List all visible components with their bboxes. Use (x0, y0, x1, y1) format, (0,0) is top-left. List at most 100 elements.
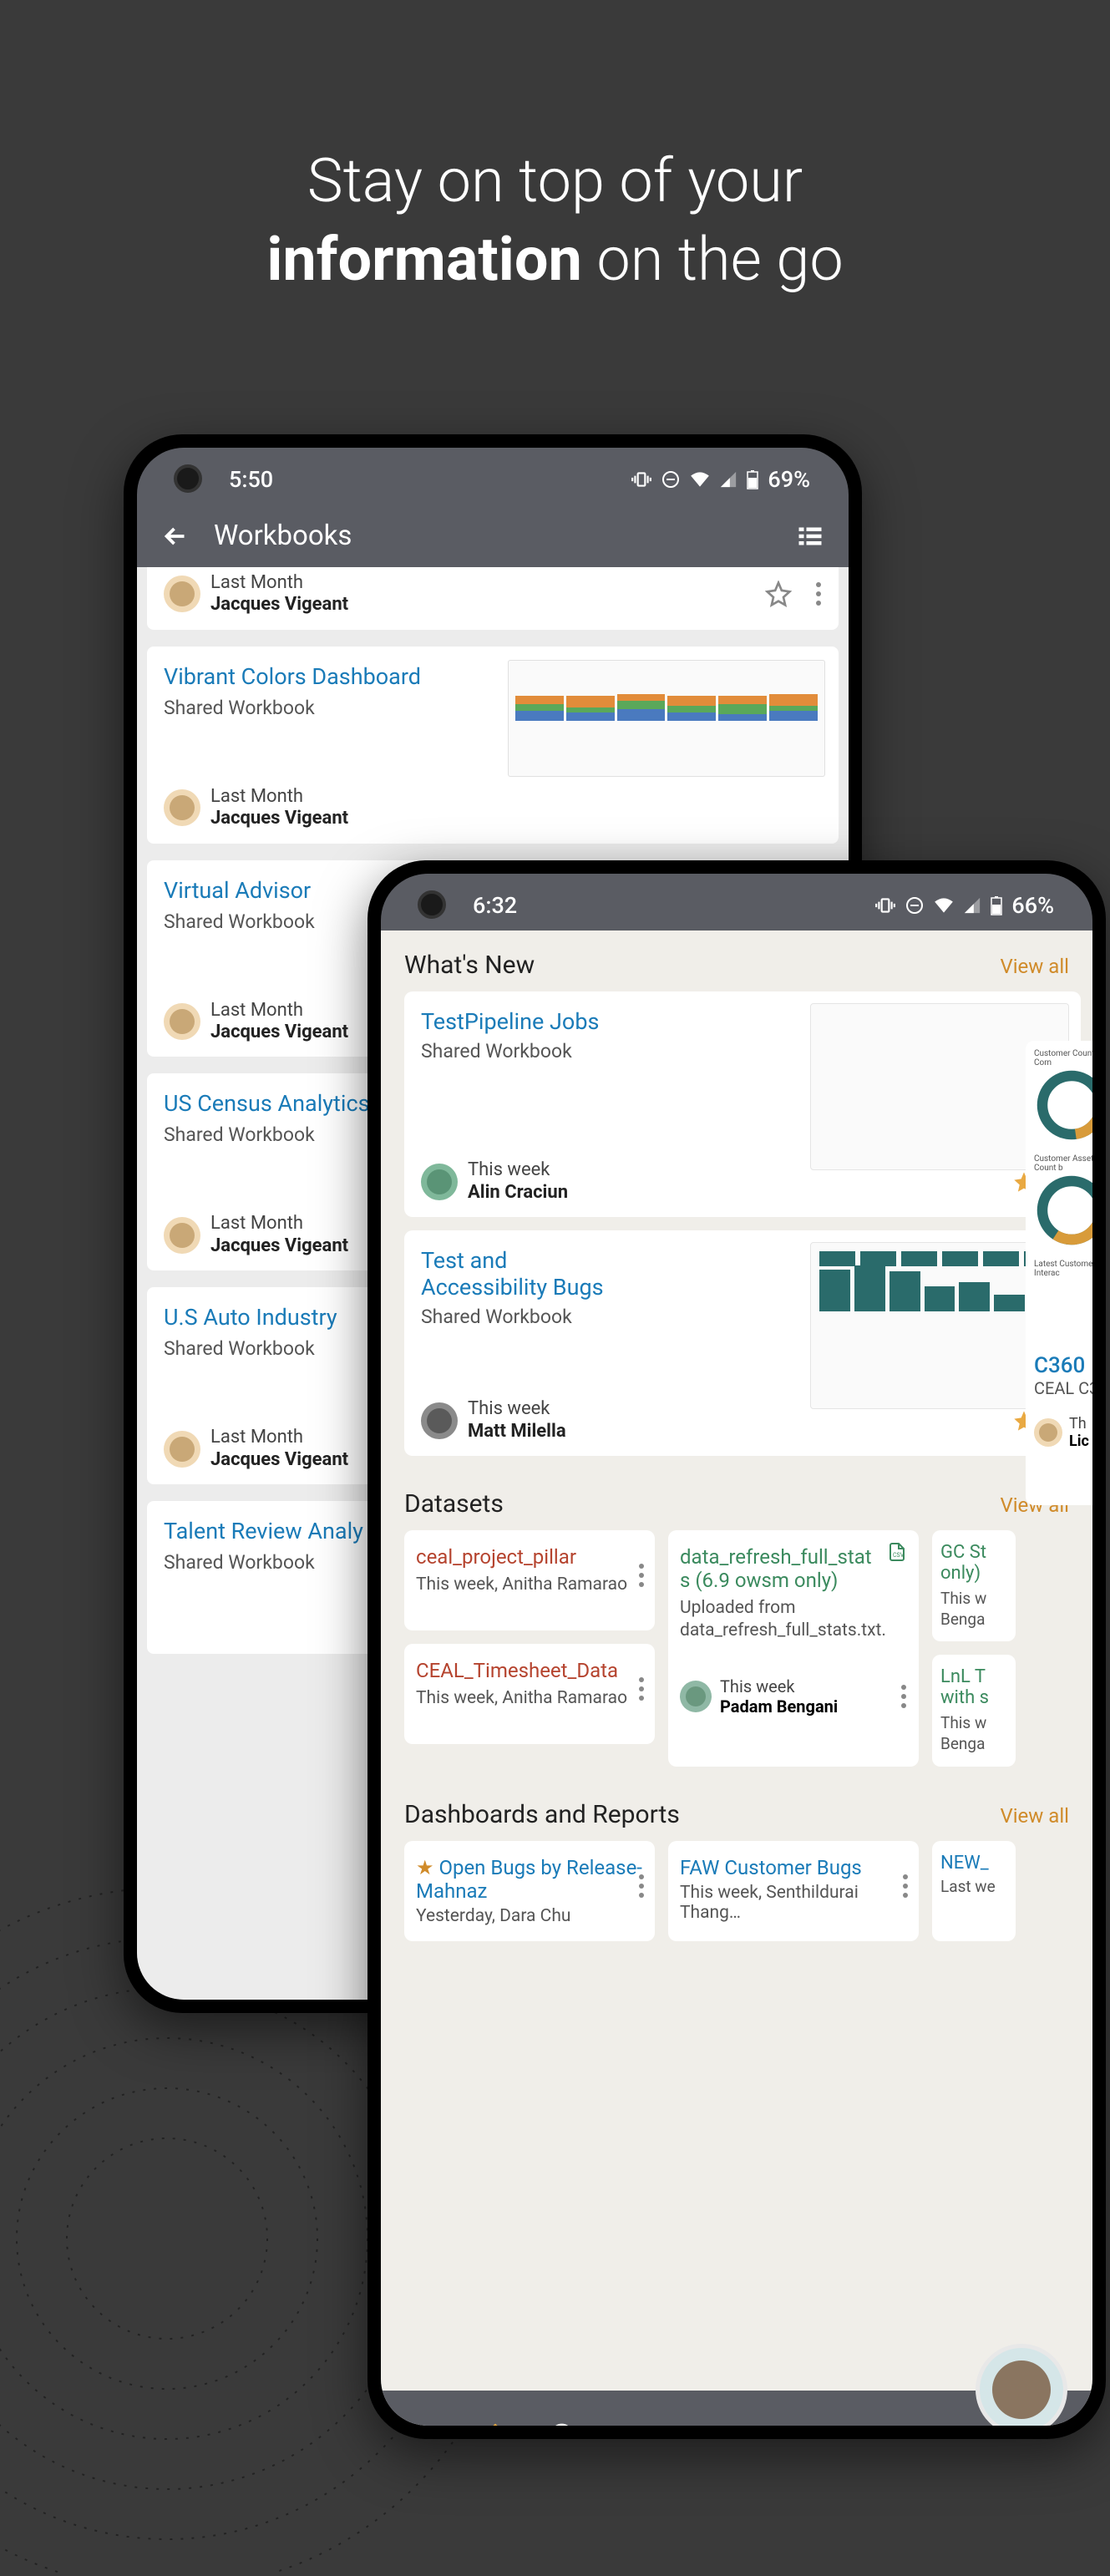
card-author: Matt Milella (468, 1421, 566, 1443)
wifi-icon (933, 895, 955, 916)
dnd-icon (661, 469, 681, 489)
peek-title: C360 (1034, 1353, 1092, 1378)
avatar (680, 1681, 712, 1712)
avatar (164, 576, 200, 612)
avatar (164, 1217, 200, 1254)
list-view-icon[interactable] (795, 521, 825, 551)
avatar (164, 1003, 200, 1040)
dashboard-title: FAW Customer Bugs (680, 1856, 907, 1879)
dashboard-peek-card[interactable]: NEW_ Last we (932, 1841, 1016, 1941)
section-header-whatsnew: What's New View all (381, 931, 1092, 991)
more-icon[interactable] (902, 1874, 909, 1898)
peek-time: Th (1069, 1415, 1089, 1433)
dataset-card[interactable]: ceal_project_pillar This week, Anitha Ra… (404, 1530, 655, 1630)
home-content[interactable]: What's New View all TestPipeline Jobs Sh… (381, 931, 1092, 2426)
status-bar: 6:32 66% (381, 874, 1092, 931)
dashboard-card[interactable]: ★ Open Bugs by Release- Mahnaz Yesterday… (404, 1841, 655, 1941)
dataset-peek-card[interactable]: GC St only) This w Benga (932, 1530, 1016, 1641)
whatsnew-card[interactable]: Test and Accessibility Bugs Shared Workb… (404, 1230, 1081, 1456)
marketing-headline: Stay on top of your information on the g… (0, 142, 1110, 298)
vibrate-icon (874, 895, 896, 916)
signal-icon (719, 470, 737, 489)
section-title: Dashboards and Reports (404, 1800, 680, 1829)
star-icon[interactable] (765, 581, 792, 607)
svg-text:CSV: CSV (893, 1552, 905, 1559)
appbar-title: Workbooks (214, 520, 795, 552)
donut-chart-icon (1034, 1173, 1092, 1248)
menu-icon[interactable] (411, 2421, 443, 2426)
status-time: 5:50 (229, 466, 273, 493)
more-icon[interactable] (638, 1564, 645, 1587)
user-avatar-fab[interactable] (976, 2344, 1067, 2426)
workbook-card[interactable]: Vibrant Colors Dashboard Shared Workbook… (147, 647, 839, 844)
view-all-link[interactable]: View all (1000, 1804, 1069, 1828)
search-icon[interactable] (548, 2421, 580, 2426)
section-header-datasets: Datasets View all (381, 1469, 1092, 1530)
status-icons: 69% (631, 466, 810, 493)
card-title: Test and Accessibility Bugs (421, 1247, 638, 1301)
camera-cutout (418, 890, 446, 919)
headline-line1: Stay on top of your (0, 142, 1110, 221)
workbook-author: Jacques Vigeant (210, 1235, 348, 1257)
workbook-author: Jacques Vigeant (210, 808, 348, 829)
workbook-card[interactable]: Last Month Jacques Vigeant (147, 567, 839, 630)
avatar (421, 1402, 458, 1439)
avatar (1034, 1418, 1062, 1447)
view-all-link[interactable]: View all (1000, 955, 1069, 978)
battery-percent: 66% (1011, 892, 1054, 919)
dashboard-meta: Last we (940, 1877, 1007, 1896)
card-author: Alin Craciun (468, 1182, 568, 1204)
dataset-meta: This w Benga (940, 1589, 1007, 1630)
status-icons: 66% (874, 892, 1054, 919)
workbook-thumbnail (508, 660, 825, 777)
workbook-time: Last Month (210, 1213, 348, 1235)
more-icon[interactable] (638, 1874, 645, 1898)
card-time: This week (468, 1398, 566, 1420)
headline-rest: on the go (582, 224, 844, 295)
csv-file-icon: CSV (887, 1542, 907, 1562)
dataset-author: Padam Bengani (720, 1696, 838, 1716)
signal-icon (963, 896, 981, 915)
dataset-meta: This week, Anitha Ramarao (416, 1574, 643, 1596)
favorite-star-icon: ★ (416, 1856, 438, 1879)
back-arrow-icon[interactable] (160, 521, 190, 551)
workbook-time: Last Month (210, 572, 348, 594)
dataset-title: data_refresh_full_stats (6.9 owsm only) (680, 1545, 872, 1592)
donut-chart-icon (1034, 1067, 1092, 1143)
dataset-peek-card[interactable]: LnL T with s This w Benga (932, 1655, 1016, 1766)
dashboard-title: NEW_ (940, 1853, 1007, 1874)
more-icon[interactable] (638, 1677, 645, 1701)
more-icon[interactable] (815, 582, 822, 606)
avatar (164, 1431, 200, 1468)
dataset-card[interactable]: data_refresh_full_stats (6.9 owsm only) … (668, 1530, 919, 1767)
dataset-meta: Uploaded from data_refresh_full_stats.tx… (680, 1597, 907, 1643)
home-icon[interactable] (479, 2421, 511, 2426)
whatsnew-peek-card[interactable]: Customer Count by Com Customer Asset Cou… (1026, 1041, 1092, 1505)
dataset-card[interactable]: CEAL_Timesheet_Data This week, Anitha Ra… (404, 1644, 655, 1744)
phone-frame-front: 6:32 66% What's New View all TestPipelin… (367, 860, 1106, 2439)
workbook-author: Jacques Vigeant (210, 1449, 348, 1471)
whatsnew-card[interactable]: TestPipeline Jobs Shared Workbook This w… (404, 991, 1081, 1217)
section-header-dashboards: Dashboards and Reports View all (381, 1780, 1092, 1841)
battery-icon (990, 895, 1003, 915)
camera-cutout (174, 464, 202, 493)
dataset-meta: This w Benga (940, 1713, 1007, 1754)
dashboard-meta: This week, Senthildurai Thang… (680, 1883, 907, 1923)
app-bar: Workbooks (137, 505, 849, 567)
dashboard-card[interactable]: FAW Customer Bugs This week, Senthildura… (668, 1841, 919, 1941)
dataset-title: LnL T with s (940, 1666, 1007, 1708)
dataset-title: CEAL_Timesheet_Data (416, 1659, 643, 1682)
status-time: 6:32 (473, 892, 517, 919)
dashboard-meta: Yesterday, Dara Chu (416, 1906, 643, 1926)
section-title: What's New (404, 951, 535, 980)
dataset-time: This week (720, 1676, 838, 1696)
battery-icon (746, 469, 759, 489)
battery-percent: 69% (768, 466, 810, 493)
peek-author: Lic (1069, 1433, 1089, 1450)
workbook-time: Last Month (210, 786, 348, 808)
avatar (421, 1164, 458, 1200)
dashboards-row: ★ Open Bugs by Release- Mahnaz Yesterday… (381, 1841, 1092, 1941)
dataset-title: GC St only) (940, 1542, 1007, 1584)
section-title: Datasets (404, 1489, 504, 1519)
more-icon[interactable] (900, 1685, 907, 1708)
